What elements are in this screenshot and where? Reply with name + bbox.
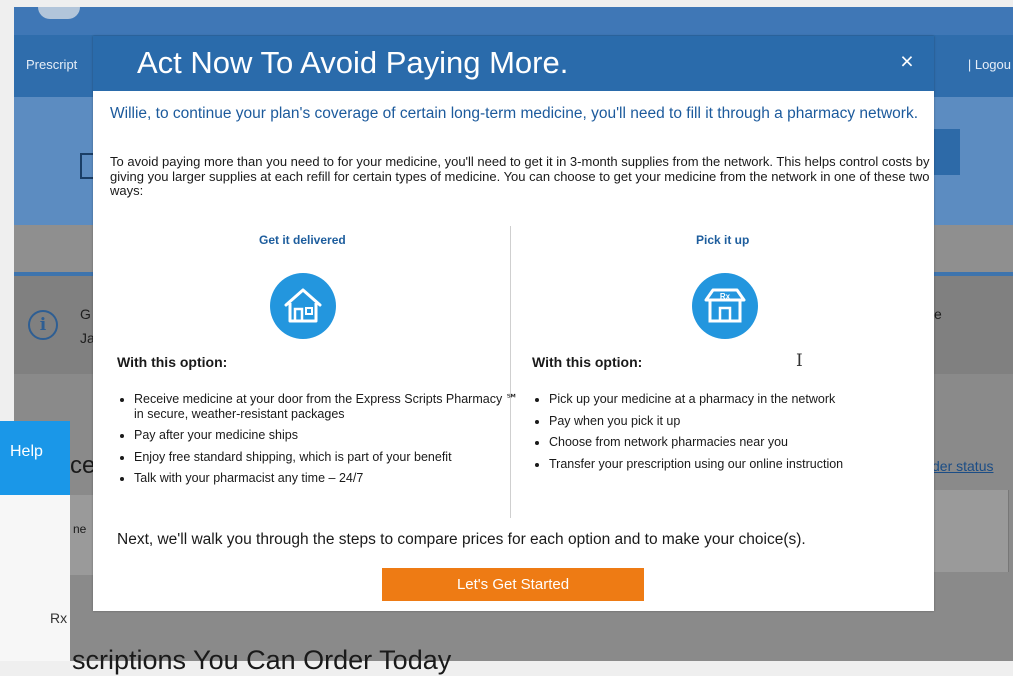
top-bar — [14, 7, 1013, 35]
list-item: Enjoy free standard shipping, which is p… — [134, 450, 524, 465]
option-pickup-heading: With this option: — [532, 354, 643, 370]
section-heading: ce — [70, 452, 96, 479]
option-pickup-list: Pick up your medicine at a pharmacy in t… — [532, 392, 944, 478]
house-icon — [270, 273, 336, 339]
coverage-modal: Act Now To Avoid Paying More. × Willie, … — [93, 36, 934, 611]
list-item: Pay when you pick it up — [549, 414, 944, 429]
modal-description: To avoid paying more than you need to fo… — [110, 154, 930, 198]
list-item: Choose from network pharmacies near you — [549, 435, 944, 450]
get-started-button[interactable]: Let's Get Started — [382, 568, 644, 601]
help-tab[interactable]: Help — [0, 421, 70, 495]
nav-logout-link[interactable]: | Logou — [968, 57, 1011, 72]
modal-intro: Willie, to continue your plan's coverage… — [110, 105, 919, 122]
info-text-line1: G — [80, 306, 91, 322]
option-delivered-title: Get it delivered — [259, 233, 346, 247]
list-item: Talk with your pharmacist any time – 24/… — [134, 471, 524, 486]
info-icon: i — [28, 310, 58, 340]
nav-prescriptions-link[interactable]: Prescript — [26, 57, 77, 72]
list-item: Pay after your medicine ships — [134, 428, 524, 443]
logo — [38, 7, 80, 19]
svg-text:Rx: Rx — [720, 292, 731, 301]
side-panel — [0, 495, 70, 661]
modal-title: Act Now To Avoid Paying More. — [137, 45, 569, 80]
content-card-right — [934, 490, 1009, 572]
list-item: Receive medicine at your door from the E… — [134, 392, 524, 421]
list-item: Transfer your prescription using our onl… — [549, 457, 944, 472]
list-item: Pick up your medicine at a pharmacy in t… — [549, 392, 944, 407]
pharmacy-store-icon: Rx — [692, 273, 758, 339]
option-pickup-title: Pick it up — [696, 233, 750, 247]
modal-header: Act Now To Avoid Paying More. × — [93, 36, 934, 91]
hero-button[interactable] — [932, 129, 960, 175]
option-delivered-list: Receive medicine at your door from the E… — [117, 392, 524, 493]
close-icon[interactable]: × — [893, 48, 921, 76]
next-steps-text: Next, we'll walk you through the steps t… — [117, 531, 806, 548]
rx-label: Rx — [50, 610, 68, 626]
help-label: Help — [10, 443, 43, 460]
info-text-right: e — [934, 306, 942, 322]
card-text: ne — [73, 522, 87, 536]
option-delivered-heading: With this option: — [117, 354, 228, 370]
text-cursor-icon: I — [796, 351, 803, 371]
